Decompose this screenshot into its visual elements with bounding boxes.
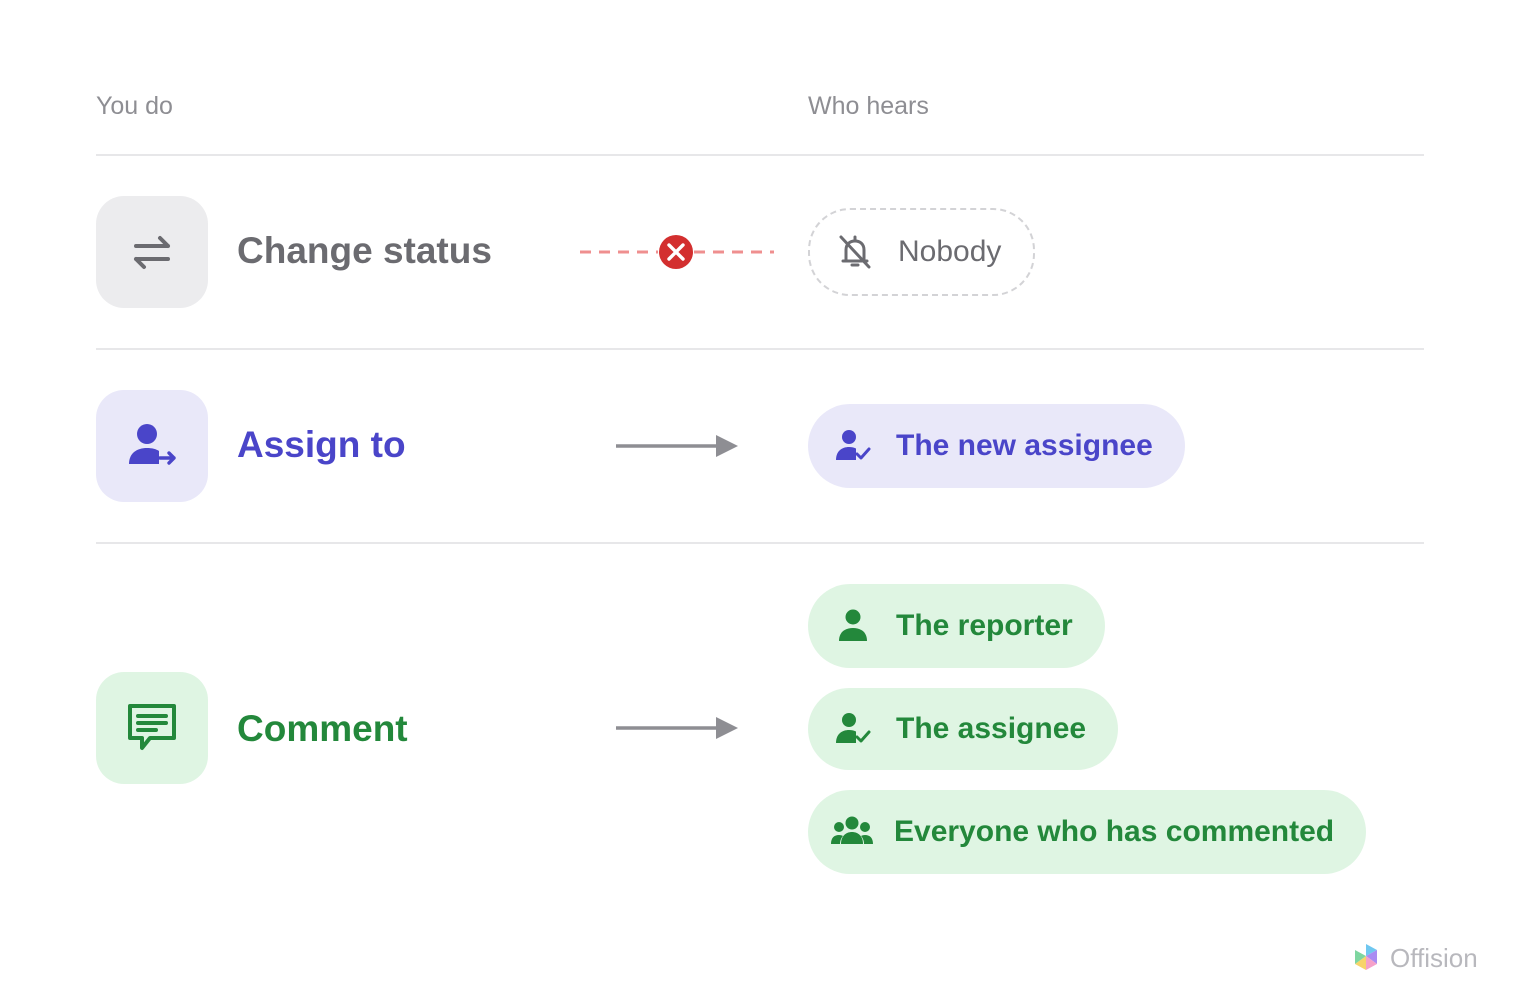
- recipient-label: The new assignee: [896, 429, 1153, 462]
- recipient-pill-everyone-commented: Everyone who has commented: [808, 790, 1367, 874]
- divider: [96, 348, 1424, 350]
- recipient-label: The assignee: [896, 712, 1087, 745]
- action-assign-to: Assign to: [237, 424, 406, 465]
- recipient-pill-reporter: The reporter: [808, 584, 1105, 668]
- person-icon: [834, 607, 872, 645]
- user-check-icon: [834, 710, 872, 748]
- recipient-pill-nobody: Nobody: [808, 208, 1036, 296]
- recipient-pill-new-assignee: The new assignee: [808, 404, 1185, 488]
- swap-arrows-icon: [134, 236, 170, 269]
- divider: [96, 154, 1424, 156]
- user-check-icon: [834, 427, 872, 465]
- arrow-connector: [616, 717, 738, 739]
- action-comment: Comment: [237, 708, 408, 749]
- brand-name: Offision: [1390, 942, 1478, 973]
- brand-logo-icon: [1355, 944, 1377, 970]
- change-status-tile: [96, 196, 208, 308]
- group-icon: [830, 813, 874, 851]
- recipient-label: Everyone who has commented: [894, 815, 1335, 848]
- blocked-x-icon: [659, 235, 693, 269]
- column-header-you-do: You do: [96, 92, 173, 120]
- divider: [96, 542, 1424, 544]
- arrow-connector: [616, 435, 738, 457]
- assign-user-icon: [129, 424, 176, 465]
- brand-watermark: Offision: [1352, 942, 1478, 974]
- comment-tile: [96, 672, 208, 784]
- bell-off-icon: [836, 233, 874, 271]
- recipient-label: Nobody: [898, 235, 1002, 268]
- blocked-connector: [580, 235, 774, 269]
- recipient-pill-assignee: The assignee: [808, 688, 1119, 770]
- comment-icon: [128, 704, 176, 750]
- action-change-status: Change status: [237, 230, 492, 271]
- assign-to-tile: [96, 390, 208, 502]
- column-header-who-hears: Who hears: [808, 92, 929, 120]
- recipient-label: The reporter: [896, 609, 1073, 642]
